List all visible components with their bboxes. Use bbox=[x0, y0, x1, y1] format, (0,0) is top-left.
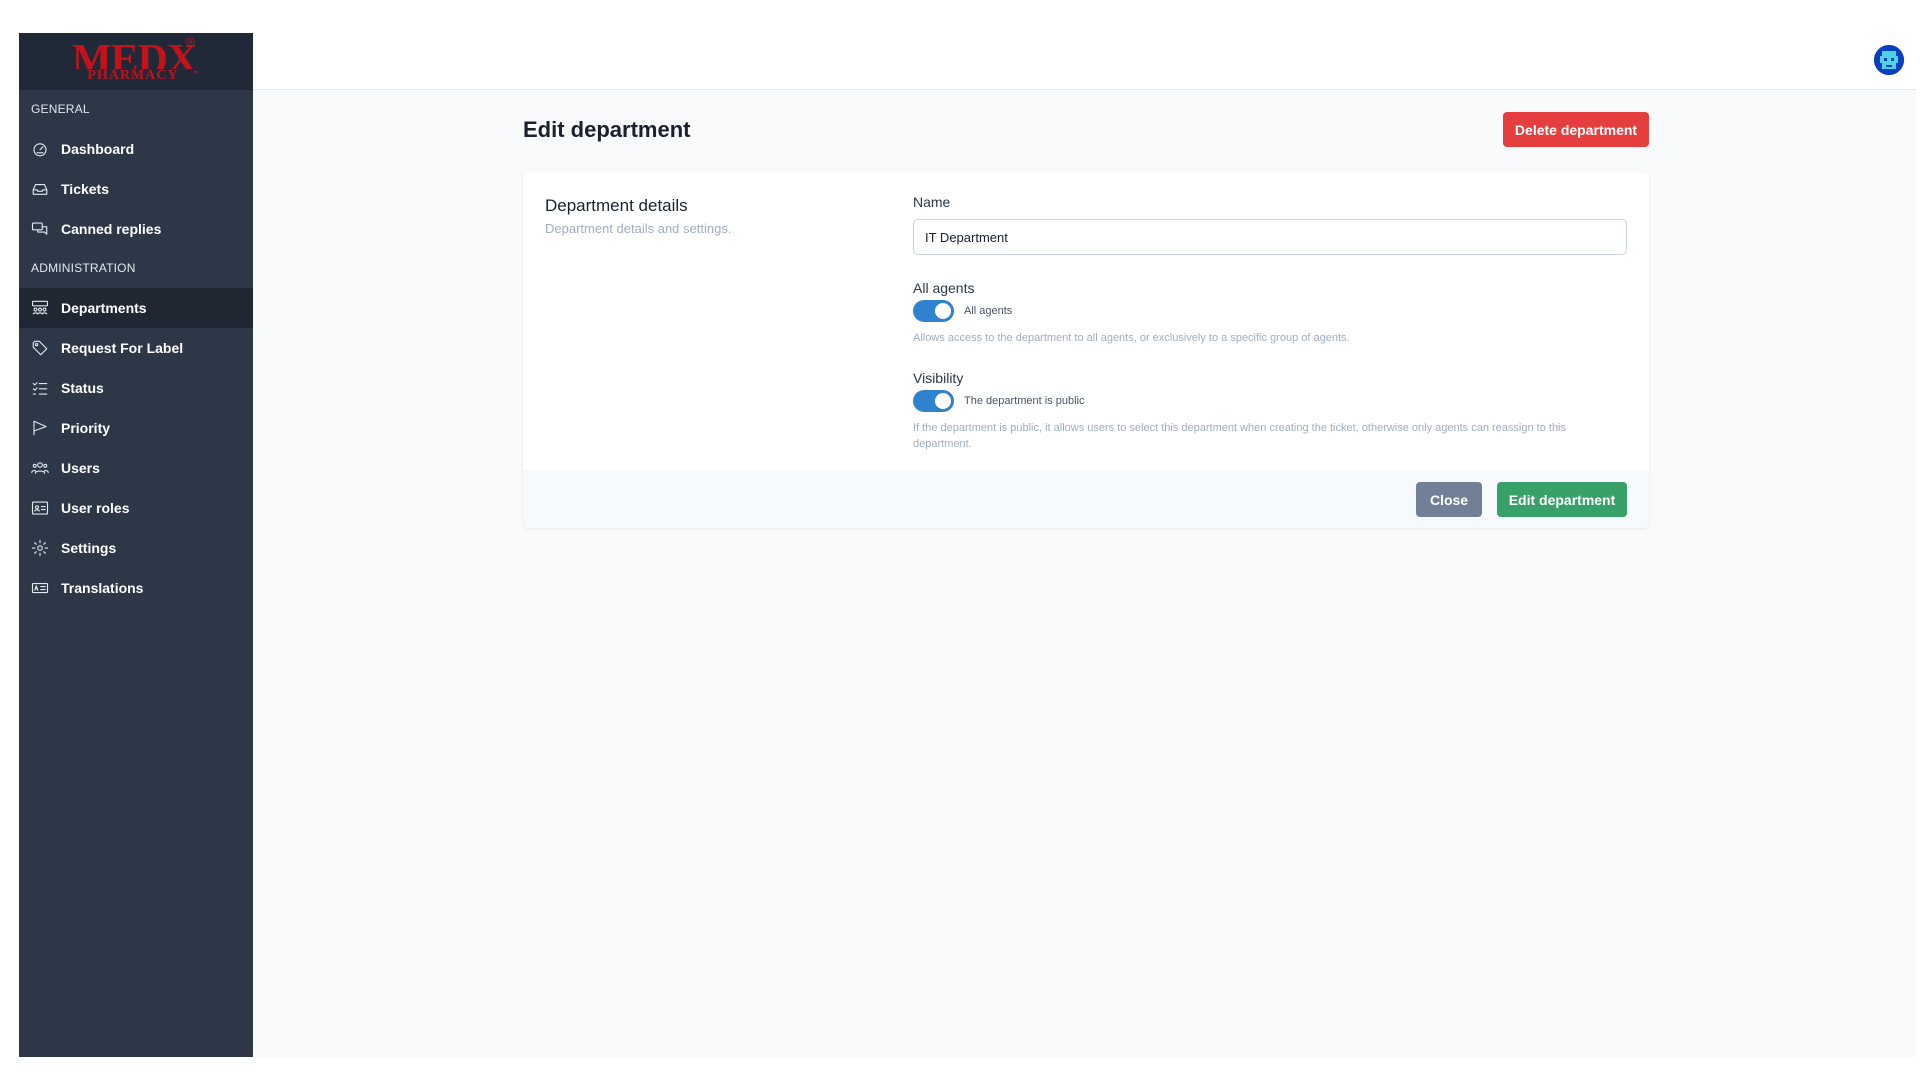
flag-icon bbox=[31, 419, 49, 437]
gear-icon bbox=[31, 539, 49, 557]
logo-subtext: PHARMACY bbox=[72, 69, 194, 83]
sidebar: MEDX PHARMACY ® GENERAL Dashboard Ticket… bbox=[19, 33, 253, 1057]
close-button[interactable]: Close bbox=[1416, 482, 1482, 517]
logo-registered-mark: ® bbox=[186, 35, 195, 49]
toggle-knob bbox=[935, 303, 951, 319]
sidebar-item-canned-replies[interactable]: Canned replies bbox=[19, 209, 253, 249]
sidebar-item-label: Translations bbox=[61, 580, 144, 596]
edit-department-button[interactable]: Edit department bbox=[1497, 482, 1627, 517]
translate-icon bbox=[31, 579, 49, 597]
sidebar-item-label: Departments bbox=[61, 300, 147, 316]
sidebar-item-request-for-label[interactable]: Request For Label bbox=[19, 328, 253, 368]
sidebar-section-administration: ADMINISTRATION bbox=[31, 261, 136, 275]
all-agents-help-text: Allows access to the department to all a… bbox=[913, 332, 1350, 344]
sidebar-item-label: Users bbox=[61, 460, 100, 476]
toggle-knob bbox=[935, 393, 951, 409]
card-subheading: Department details and settings. bbox=[545, 221, 732, 236]
inbox-icon bbox=[31, 180, 49, 198]
name-input[interactable] bbox=[913, 219, 1627, 255]
logo-area: MEDX PHARMACY ® bbox=[19, 33, 253, 90]
sidebar-item-priority[interactable]: Priority bbox=[19, 408, 253, 448]
sidebar-item-label: Tickets bbox=[61, 181, 109, 197]
visibility-help-text: If the department is public, it allows u… bbox=[913, 422, 1567, 450]
visibility-toggle-row: The department is public bbox=[913, 390, 1627, 412]
sidebar-item-dashboard[interactable]: Dashboard bbox=[19, 129, 253, 169]
all-agents-toggle-label: All agents bbox=[964, 305, 1013, 317]
visibility-label: Visibility bbox=[913, 370, 964, 386]
delete-department-button[interactable]: Delete department bbox=[1503, 112, 1649, 147]
tag-icon bbox=[31, 339, 49, 357]
name-label: Name bbox=[913, 194, 951, 210]
card-intro: Department details Department details an… bbox=[545, 194, 885, 236]
department-details-card: Department details Department details an… bbox=[523, 172, 1649, 528]
sidebar-item-tickets[interactable]: Tickets bbox=[19, 169, 253, 209]
user-avatar-icon[interactable] bbox=[1874, 45, 1904, 75]
all-agents-label: All agents bbox=[913, 280, 975, 296]
sidebar-item-label: Status bbox=[61, 380, 104, 396]
card-heading: Department details bbox=[545, 196, 688, 215]
sidebar-item-status[interactable]: Status bbox=[19, 368, 253, 408]
all-agents-toggle[interactable] bbox=[913, 300, 954, 322]
main-content: Edit department Delete department Depart… bbox=[523, 90, 1649, 528]
sidebar-item-translations[interactable]: Translations bbox=[19, 568, 253, 608]
sidebar-item-label: Priority bbox=[61, 420, 111, 436]
sidebar-item-users[interactable]: Users bbox=[19, 448, 253, 488]
app-window: MEDX PHARMACY ® GENERAL Dashboard Ticket… bbox=[19, 33, 1916, 1057]
list-check-icon bbox=[31, 379, 49, 397]
visibility-toggle-label: The department is public bbox=[964, 395, 1085, 407]
sidebar-item-label: User roles bbox=[61, 500, 130, 516]
page-header: Edit department Delete department bbox=[523, 90, 1649, 172]
dashboard-icon bbox=[31, 140, 49, 158]
sidebar-section-general: GENERAL bbox=[31, 102, 90, 116]
visibility-toggle[interactable] bbox=[913, 390, 954, 412]
users-icon bbox=[31, 459, 49, 477]
page-title: Edit department bbox=[523, 117, 691, 142]
topbar bbox=[253, 33, 1916, 90]
all-agents-toggle-row: All agents bbox=[913, 300, 1627, 322]
sidebar-item-label: Canned replies bbox=[61, 221, 162, 237]
departments-icon bbox=[31, 299, 49, 317]
medx-logo[interactable]: MEDX PHARMACY ® bbox=[72, 35, 202, 84]
sidebar-item-label: Request For Label bbox=[61, 340, 184, 356]
card-footer: Close Edit department bbox=[523, 470, 1649, 528]
sidebar-item-label: Settings bbox=[61, 540, 117, 556]
department-form: Name All agents All agents Allows access… bbox=[913, 193, 1627, 452]
sidebar-item-label: Dashboard bbox=[61, 141, 135, 157]
sidebar-item-departments[interactable]: Departments bbox=[19, 288, 253, 328]
sidebar-item-settings[interactable]: Settings bbox=[19, 528, 253, 568]
sidebar-item-user-roles[interactable]: User roles bbox=[19, 488, 253, 528]
chat-bubbles-icon bbox=[31, 220, 49, 238]
id-card-icon bbox=[31, 499, 49, 517]
